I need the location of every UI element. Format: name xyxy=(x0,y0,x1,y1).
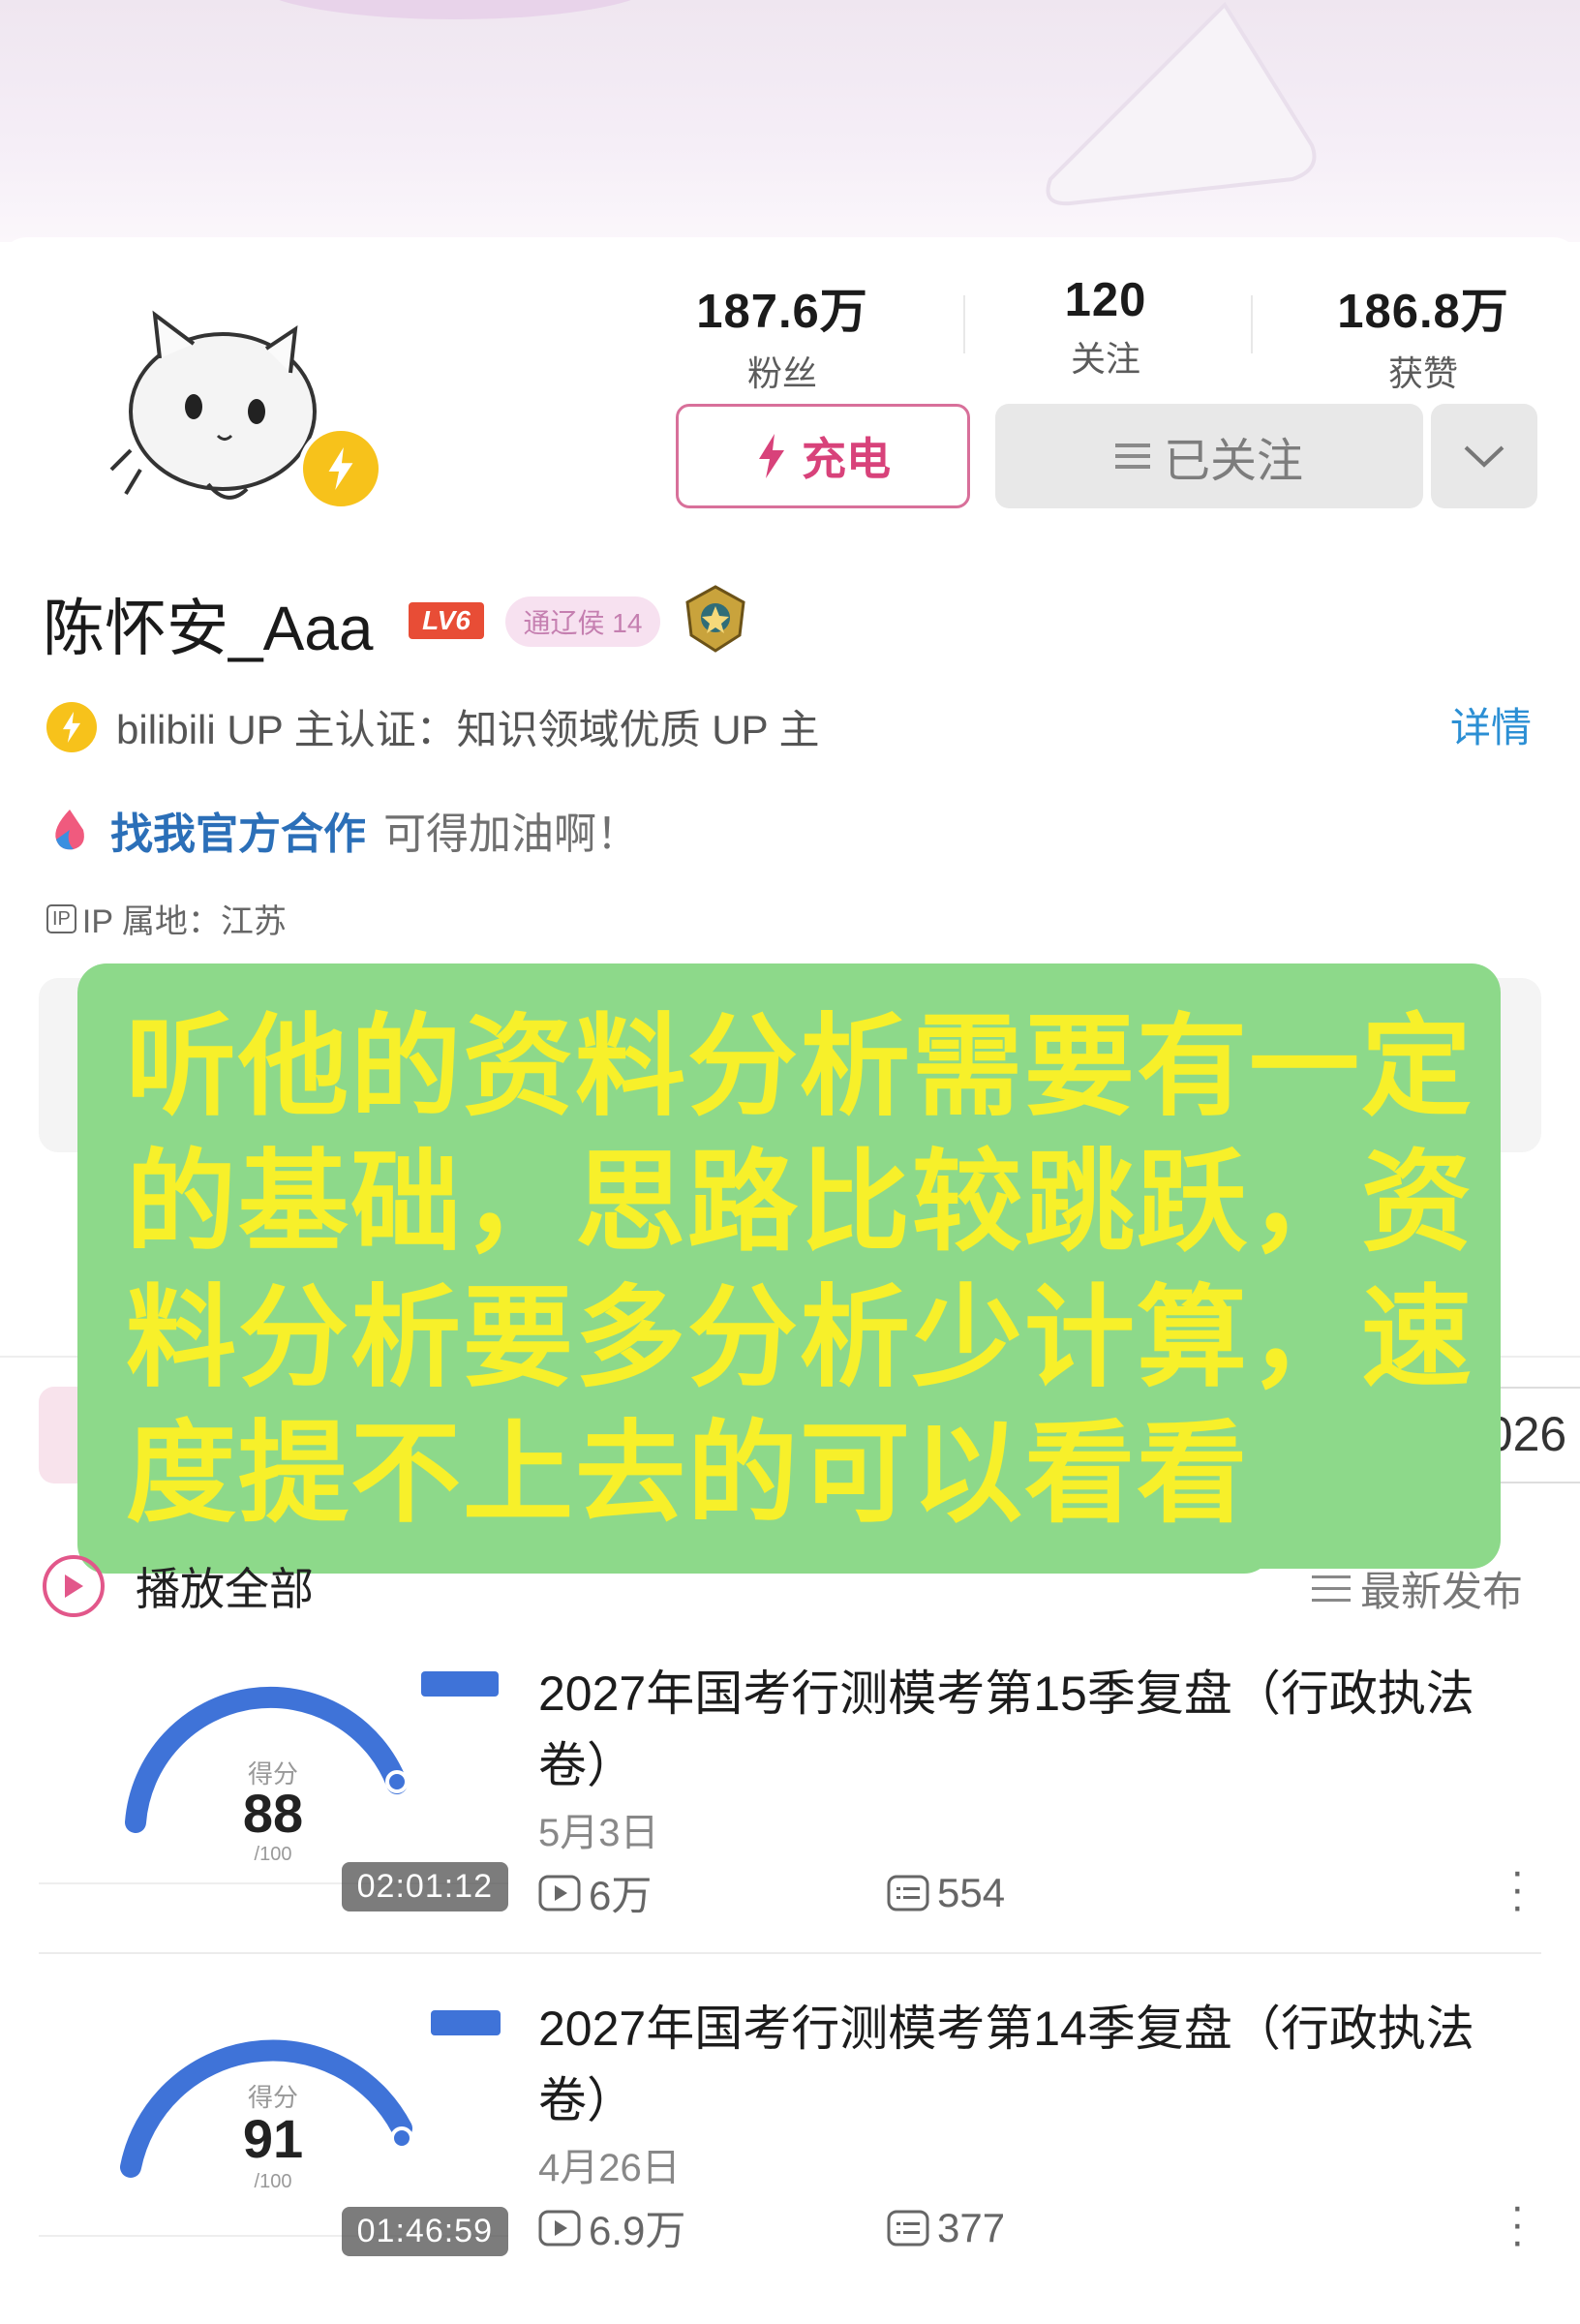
caption-line: 的基础，思路比较跳跃，资 xyxy=(126,1138,1474,1267)
video-title[interactable]: 2027年国考行测模考第14季复盘（行政执法卷） xyxy=(538,1993,1545,2136)
video-date: 4月26日 xyxy=(538,2147,681,2189)
video-duration: 02:01:12 xyxy=(341,1862,508,1911)
ip-text: IP 属地：江苏 xyxy=(81,903,287,940)
verification-row: bilibili UP 主认证：知识领域优质 UP 主 xyxy=(46,697,820,756)
video-date: 5月3日 xyxy=(538,1812,659,1854)
play-count-icon xyxy=(538,1875,581,1911)
more-icon[interactable]: · · · xyxy=(1510,1850,1525,1928)
caption-line: 听他的资料分析需要有一定 xyxy=(126,1002,1474,1131)
caption-line: 度提不上去的可以看看 xyxy=(126,1409,1250,1538)
profile-banner xyxy=(0,0,1580,242)
verified-icon xyxy=(46,701,97,752)
video-item[interactable]: 得分 91 /100 01:46:59 2027年国考行测模考第14季复盘（行政… xyxy=(0,1993,1580,2322)
stat-followers[interactable]: 187.6万 粉丝 xyxy=(676,273,889,396)
charge-label: 充电 xyxy=(802,434,891,484)
stat-following[interactable]: 120 关注 xyxy=(999,273,1212,382)
stat-divider xyxy=(963,295,965,353)
ip-icon: IP xyxy=(46,903,76,933)
follow-button[interactable]: 已关注 xyxy=(995,404,1423,508)
cooperation-logo-icon xyxy=(55,810,84,850)
fan-medal-badge[interactable]: 通辽侯 14 xyxy=(505,596,660,647)
play-icon xyxy=(43,1555,105,1617)
follow-label: 已关注 xyxy=(1163,436,1303,487)
stat-likes[interactable]: 186.8万 获赞 xyxy=(1317,273,1530,396)
video-thumbnail[interactable]: 得分 88 /100 02:01:12 xyxy=(39,1658,508,1939)
comment-count-text: 554 xyxy=(937,1869,1006,1915)
comment-count: 554 xyxy=(887,1870,1005,1916)
more-icon[interactable]: · · · xyxy=(1510,2186,1525,2263)
comment-count-text: 377 xyxy=(937,2204,1006,2250)
ip-location: IP IP 属地：江苏 xyxy=(46,895,287,942)
card-top xyxy=(0,237,1580,276)
stat-value: 120 xyxy=(1064,274,1147,326)
video-title[interactable]: 2027年国考行测模考第15季复盘（行政执法卷） xyxy=(538,1658,1545,1801)
score-value: 88 xyxy=(242,1783,304,1844)
sort-dropdown[interactable]: 最新发布 xyxy=(1312,1559,1523,1618)
danmaku-icon xyxy=(887,1875,929,1911)
more-options-button[interactable] xyxy=(1431,404,1537,508)
video-stats: 6万 554 xyxy=(538,1863,1005,1922)
username: 陈怀安_Aaa xyxy=(43,594,374,663)
video-stats: 6.9万 377 xyxy=(538,2198,1005,2257)
menu-lines-icon xyxy=(1114,443,1150,469)
verification-text: bilibili UP 主认证：知识领域优质 UP 主 xyxy=(116,707,820,752)
stat-label: 获赞 xyxy=(1387,353,1458,393)
view-count-text: 6.9万 xyxy=(589,2208,686,2253)
lightning-icon xyxy=(759,434,784,478)
video-duration: 01:46:59 xyxy=(341,2207,508,2256)
view-count: 6.9万 xyxy=(538,2198,887,2257)
cooperation-link[interactable]: 找我官方合作 xyxy=(110,799,366,861)
score-value: 91 xyxy=(242,2108,304,2169)
cooperation-row[interactable]: 找我官方合作 可得加油啊！ xyxy=(46,799,639,861)
view-count-text: 6万 xyxy=(589,1873,653,1918)
score-max: /100 xyxy=(254,1844,292,1865)
divider xyxy=(39,1952,1541,1954)
danmaku-icon xyxy=(887,2210,929,2246)
sort-icon xyxy=(1312,1575,1351,1602)
caption-line: 料分析要多分析少计算，速 xyxy=(126,1273,1474,1402)
chevron-down-icon xyxy=(1464,445,1504,468)
stat-label: 关注 xyxy=(1070,339,1140,379)
banner-triangle xyxy=(1046,1,1317,206)
stat-value: 186.8万 xyxy=(1337,286,1509,338)
detail-link[interactable]: 详情 xyxy=(1450,695,1532,754)
medal-icon[interactable] xyxy=(684,585,747,653)
play-all-button[interactable]: 播放全部 xyxy=(43,1554,314,1618)
view-count: 6万 xyxy=(538,1863,887,1922)
charge-button[interactable]: 充电 xyxy=(676,404,970,508)
stat-divider xyxy=(1251,295,1253,353)
video-item[interactable]: 得分 88 /100 02:01:12 2027年国考行测模考第15季复盘（行政… xyxy=(0,1658,1580,1987)
play-count-icon xyxy=(538,2210,581,2246)
comment-count: 377 xyxy=(887,2205,1005,2251)
stat-label: 粉丝 xyxy=(746,353,817,393)
lightning-icon xyxy=(328,447,353,490)
play-all-label: 播放全部 xyxy=(136,1564,314,1614)
caption-text: 听他的资料分析需要有一定 的基础，思路比较跳跃，资 料分析要多分析少计算，速 度… xyxy=(126,999,1481,1542)
banner-shape xyxy=(252,0,658,19)
cooperation-text: 可得加油啊！ xyxy=(383,810,639,858)
stat-value: 187.6万 xyxy=(696,286,868,338)
sort-label: 最新发布 xyxy=(1360,1569,1524,1614)
charge-status-badge xyxy=(298,426,383,511)
score-max: /100 xyxy=(254,2171,292,2192)
video-thumbnail[interactable]: 得分 91 /100 01:46:59 xyxy=(39,1993,508,2274)
level-badge: LV6 xyxy=(409,602,484,639)
